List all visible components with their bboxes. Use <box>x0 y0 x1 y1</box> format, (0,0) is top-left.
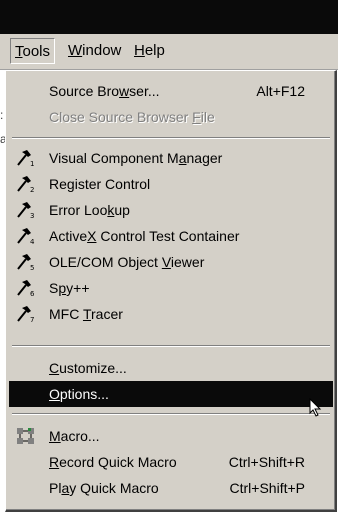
menu-item-label: Spy++ <box>49 280 90 296</box>
tools-dropdown-menu: Source Browser... Alt+F12 Close Source B… <box>5 70 337 512</box>
svg-text:7: 7 <box>30 316 34 323</box>
menu-item-play-quick-macro[interactable]: Play Quick Macro Ctrl+Shift+P <box>9 475 333 501</box>
menu-item-shortcut: Ctrl+Shift+P <box>229 480 305 496</box>
menu-item-error-lookup[interactable]: 3 Error Lookup <box>9 197 333 223</box>
menu-item-ole-com-object-viewer[interactable]: 5 OLE/COM Object Viewer <box>9 249 333 275</box>
hammer-3-icon: 3 <box>17 202 34 219</box>
menu-item-label: Play Quick Macro <box>49 480 159 496</box>
svg-text:2: 2 <box>30 186 34 193</box>
menu-item-label: Error Lookup <box>49 202 130 218</box>
hammer-1-icon: 1 <box>17 150 34 167</box>
menu-item-spy-plus-plus[interactable]: 6 Spy++ <box>9 275 333 301</box>
hammer-7-icon: 7 <box>17 306 34 323</box>
svg-text:1: 1 <box>30 160 34 167</box>
svg-text:4: 4 <box>30 238 35 245</box>
menu-item-close-source-browser-file: Close Source Browser File <box>9 104 333 130</box>
hammer-4-icon: 4 <box>17 228 35 245</box>
menu-item-shortcut: Ctrl+Shift+R <box>228 454 305 470</box>
menu-item-options[interactable]: Options... <box>9 381 333 407</box>
menu-item-register-control[interactable]: 2 Register Control <box>9 171 333 197</box>
menu-item-label: Close Source Browser File <box>49 109 215 125</box>
menu-item-macro[interactable]: Macro... <box>9 423 333 449</box>
menu-help[interactable]: Help <box>130 38 169 64</box>
menu-separator <box>12 345 330 347</box>
menu-bar: Tools Window Help <box>0 34 338 70</box>
hammer-6-icon: 6 <box>17 280 35 297</box>
menu-item-source-browser[interactable]: Source Browser... Alt+F12 <box>9 78 333 104</box>
menu-item-label: Visual Component Manager <box>49 150 223 166</box>
title-bar <box>0 0 338 34</box>
menu-item-mfc-tracer[interactable]: 7 MFC Tracer <box>9 301 333 327</box>
menu-item-record-quick-macro[interactable]: Record Quick Macro Ctrl+Shift+R <box>9 449 333 475</box>
menu-item-shortcut: Alt+F12 <box>256 83 305 99</box>
menu-tools[interactable]: Tools <box>10 38 56 64</box>
menu-item-label: Macro... <box>49 428 100 444</box>
menu-item-label: Record Quick Macro <box>49 454 177 470</box>
macro-icon <box>17 428 34 444</box>
menu-item-label: ActiveX Control Test Container <box>49 228 240 244</box>
menu-item-label: OLE/COM Object Viewer <box>49 254 205 270</box>
menu-separator <box>12 413 330 415</box>
background-edge-fragment: : <box>0 108 4 122</box>
svg-text:5: 5 <box>30 264 34 271</box>
menu-item-visual-component-manager[interactable]: 1 Visual Component Manager <box>9 145 333 171</box>
menu-item-customize[interactable]: Customize... <box>9 355 333 381</box>
hammer-2-icon: 2 <box>17 176 34 193</box>
menu-item-label: Register Control <box>49 176 151 192</box>
menu-item-label: MFC Tracer <box>49 306 123 322</box>
svg-text:3: 3 <box>30 212 34 219</box>
menu-item-label: Source Browser... <box>49 83 160 99</box>
menu-item-label: Options... <box>49 386 109 402</box>
svg-text:6: 6 <box>30 290 35 297</box>
menu-item-activex-control-test-container[interactable]: 4 ActiveX Control Test Container <box>9 223 333 249</box>
menu-window[interactable]: Window <box>64 38 125 64</box>
menu-separator <box>12 137 330 139</box>
mouse-pointer-icon <box>309 398 322 417</box>
menu-item-label: Customize... <box>49 360 127 376</box>
hammer-5-icon: 5 <box>17 254 34 271</box>
